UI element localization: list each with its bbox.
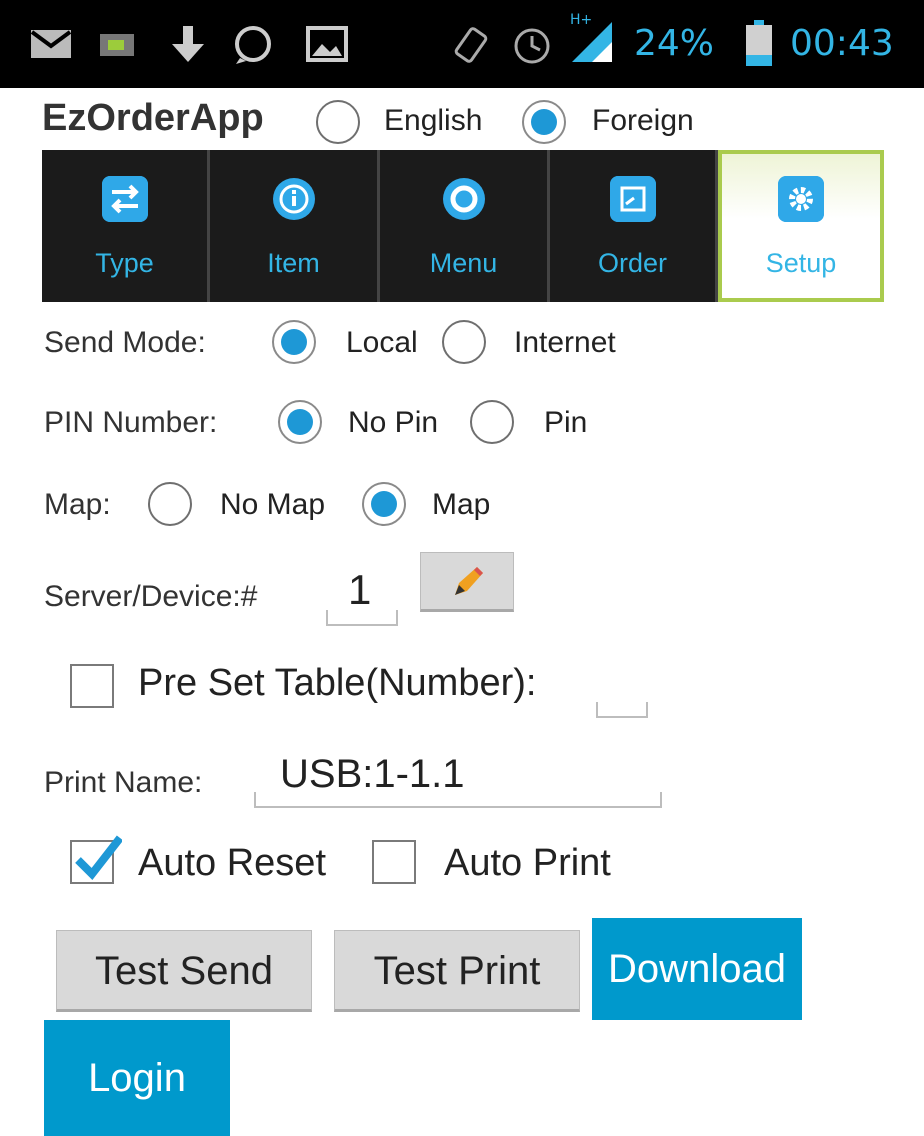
- test-print-button[interactable]: Test Print: [334, 930, 580, 1012]
- pencil-icon: [455, 567, 483, 595]
- print-name-value[interactable]: USB:1-1.1: [280, 752, 465, 797]
- tab-setup-label: Setup: [765, 248, 837, 278]
- radio-english-label: English: [384, 104, 483, 137]
- radio-send-internet-label: Internet: [514, 326, 616, 359]
- auto-print-checkbox[interactable]: [372, 840, 416, 884]
- test-send-button[interactable]: Test Send: [56, 930, 312, 1012]
- radio-no-pin-label: No Pin: [348, 406, 439, 439]
- print-name-field[interactable]: [254, 792, 662, 808]
- tab-type[interactable]: Type: [42, 150, 210, 302]
- swap-arrows-icon: [101, 176, 148, 222]
- print-name-label: Print Name:: [44, 766, 203, 799]
- preset-table-checkbox[interactable]: [70, 664, 114, 708]
- tab-item[interactable]: Item: [210, 150, 380, 302]
- tab-order[interactable]: Order: [550, 150, 718, 302]
- refresh-icon: [442, 178, 485, 220]
- radio-pin[interactable]: [470, 400, 514, 444]
- map-label: Map:: [44, 488, 111, 521]
- tab-menu[interactable]: Menu: [380, 150, 550, 302]
- tab-setup[interactable]: Setup: [718, 150, 884, 302]
- tab-type-label: Type: [95, 248, 154, 278]
- radio-send-internet[interactable]: [442, 320, 486, 364]
- image-icon: [306, 26, 348, 62]
- radio-foreign[interactable]: [522, 100, 566, 144]
- vibrate-icon: [454, 27, 488, 63]
- server-device-field[interactable]: [326, 610, 398, 626]
- battery-saver-icon: [100, 34, 134, 56]
- server-device-value[interactable]: 1: [348, 566, 371, 614]
- gear-icon: [778, 176, 824, 222]
- whatsapp-icon: [235, 26, 271, 64]
- tab-order-label: Order: [597, 248, 668, 278]
- status-bar: H+ 24% 00:43: [0, 0, 924, 88]
- radio-map-label: Map: [432, 488, 491, 521]
- battery-percent: 24%: [634, 23, 715, 64]
- battery-icon: [746, 20, 772, 66]
- download-icon: [172, 26, 204, 62]
- mail-icon: [30, 30, 72, 58]
- auto-reset-checkbox[interactable]: [70, 835, 122, 884]
- preset-table-field[interactable]: [596, 702, 648, 718]
- auto-print-label: Auto Print: [444, 842, 611, 884]
- checkmark-icon: [75, 835, 122, 881]
- network-type: H+: [570, 12, 593, 28]
- pin-number-label: PIN Number:: [44, 406, 218, 439]
- preset-table-label: Pre Set Table(Number):: [138, 662, 537, 704]
- radio-map[interactable]: [362, 482, 406, 526]
- radio-send-local[interactable]: [272, 320, 316, 364]
- tab-menu-label: Menu: [429, 248, 498, 278]
- radio-foreign-label: Foreign: [592, 104, 694, 137]
- radio-send-local-label: Local: [346, 326, 418, 359]
- tab-bar: Type Item Menu Order Setup: [42, 150, 884, 302]
- auto-reset-label: Auto Reset: [138, 842, 326, 884]
- radio-no-map[interactable]: [148, 482, 192, 526]
- radio-no-map-label: No Map: [220, 488, 326, 521]
- alarm-icon: [514, 28, 550, 64]
- edit-server-button[interactable]: [420, 552, 514, 612]
- radio-no-pin[interactable]: [278, 400, 322, 444]
- tab-item-label: Item: [267, 248, 320, 278]
- clock: 00:43: [790, 23, 894, 64]
- download-button[interactable]: Download: [592, 918, 802, 1020]
- radio-english[interactable]: [316, 100, 360, 144]
- send-mode-label: Send Mode:: [44, 326, 206, 359]
- radio-pin-label: Pin: [544, 406, 588, 439]
- app-title: EzOrderApp: [42, 97, 264, 139]
- server-device-label: Server/Device:#: [44, 580, 258, 613]
- order-icon: [609, 176, 656, 222]
- login-button[interactable]: Login: [44, 1020, 230, 1136]
- info-icon: [272, 178, 315, 220]
